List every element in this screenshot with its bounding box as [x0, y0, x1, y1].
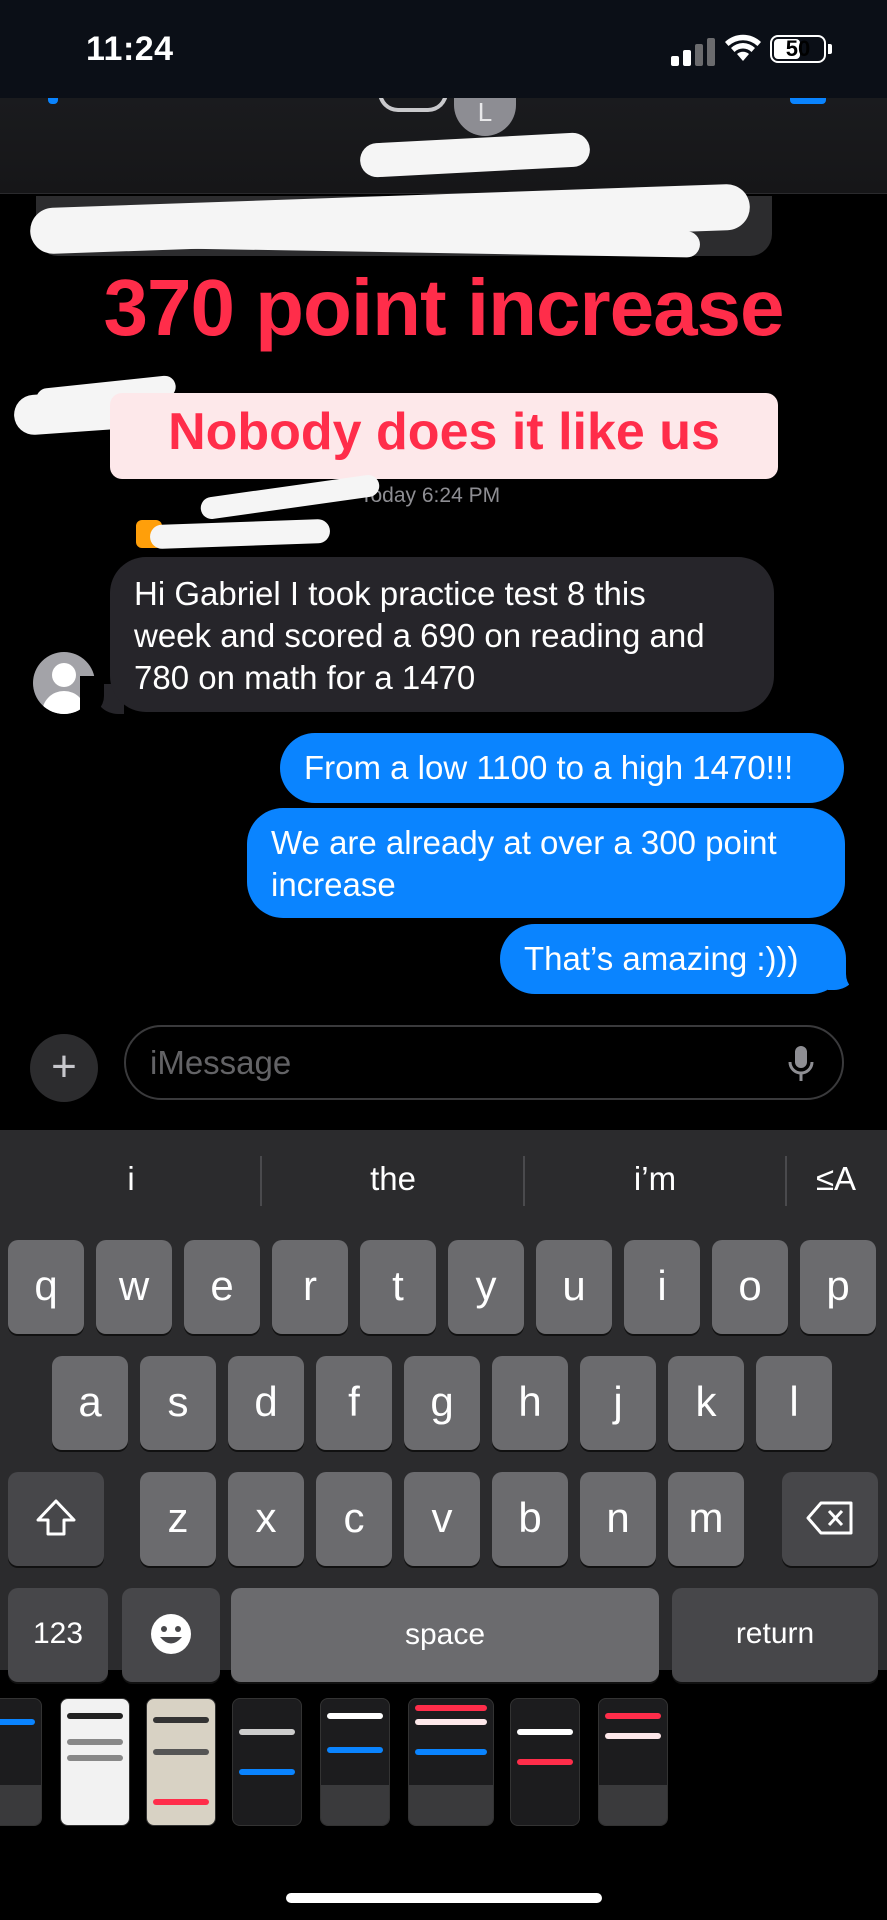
add-attachment-button[interactable]: + — [30, 1034, 98, 1102]
key-a[interactable]: a — [52, 1356, 128, 1450]
battery-level: 50 — [785, 36, 811, 61]
incoming-message-bubble[interactable]: Hi Gabriel I took practice test 8 this w… — [110, 557, 774, 712]
message-line: 780 on math for a 1470 — [134, 659, 476, 696]
thumbnail[interactable] — [408, 1698, 494, 1826]
message-line: increase — [271, 866, 396, 903]
emoji-key[interactable] — [122, 1588, 220, 1682]
key-f[interactable]: f — [316, 1356, 392, 1450]
thumbnail[interactable] — [60, 1698, 130, 1826]
message-timestamp: Today 6:24 PM — [360, 484, 501, 507]
thumbnail[interactable] — [510, 1698, 580, 1826]
key-d[interactable]: d — [228, 1356, 304, 1450]
message-line: From a low 1100 to a high 1470!!! — [304, 749, 794, 786]
outgoing-message-bubble[interactable]: That’s amazing :))) — [500, 924, 846, 994]
suggestion-3[interactable]: i’m — [530, 1160, 780, 1198]
contact-avatar[interactable]: L — [454, 98, 516, 136]
numbers-key[interactable]: 123 — [8, 1588, 108, 1682]
bubble-tail-mask — [846, 952, 870, 994]
thumbnail[interactable] — [232, 1698, 302, 1826]
plus-icon: + — [51, 1042, 77, 1091]
key-t[interactable]: t — [360, 1240, 436, 1334]
key-n[interactable]: n — [580, 1472, 656, 1566]
key-i[interactable]: i — [624, 1240, 700, 1334]
battery-cap — [828, 44, 832, 54]
back-chevron-icon[interactable] — [48, 98, 58, 104]
home-indicator[interactable] — [286, 1893, 602, 1903]
contact-initial: L — [477, 98, 493, 127]
return-key[interactable]: return — [672, 1588, 878, 1682]
key-p[interactable]: p — [800, 1240, 876, 1334]
thumbnail[interactable] — [146, 1698, 216, 1826]
thumbnail[interactable] — [320, 1698, 390, 1826]
key-r[interactable]: r — [272, 1240, 348, 1334]
key-b[interactable]: b — [492, 1472, 568, 1566]
shift-icon — [36, 1499, 76, 1536]
person-head-icon — [52, 663, 76, 687]
key-x[interactable]: x — [228, 1472, 304, 1566]
key-g[interactable]: g — [404, 1356, 480, 1450]
message-line: Hi Gabriel I took practice test 8 this — [134, 575, 646, 612]
delete-key[interactable] — [782, 1472, 878, 1566]
key-e[interactable]: e — [184, 1240, 260, 1334]
delete-icon — [806, 1501, 853, 1535]
status-time: 11:24 — [86, 30, 174, 68]
message-line: week and scored a 690 on reading and — [134, 617, 705, 654]
emoji-icon — [151, 1614, 191, 1654]
outgoing-message-bubble[interactable]: From a low 1100 to a high 1470!!! — [280, 733, 844, 803]
key-u[interactable]: u — [536, 1240, 612, 1334]
cellular-signal-icon — [671, 36, 715, 66]
key-l[interactable]: l — [756, 1356, 832, 1450]
key-s[interactable]: s — [140, 1356, 216, 1450]
key-h[interactable]: h — [492, 1356, 568, 1450]
key-q[interactable]: q — [8, 1240, 84, 1334]
message-line: We are already at over a 300 point — [271, 824, 777, 861]
key-m[interactable]: m — [668, 1472, 744, 1566]
suggestion-1[interactable]: i — [6, 1160, 256, 1198]
microphone-icon[interactable] — [787, 1044, 815, 1084]
message-line: That’s amazing :))) — [524, 940, 799, 977]
space-key[interactable]: space — [231, 1588, 659, 1682]
group-avatar[interactable] — [378, 98, 448, 112]
battery-icon: 50 — [770, 35, 826, 63]
suggestion-divider — [260, 1156, 262, 1206]
bubble-tail-mask — [80, 676, 104, 716]
key-j[interactable]: j — [580, 1356, 656, 1450]
video-call-icon[interactable] — [790, 98, 826, 104]
overlay-subheadline: Nobody does it like us — [168, 403, 720, 461]
key-z[interactable]: z — [140, 1472, 216, 1566]
status-bar: 11:24 50 — [0, 0, 887, 98]
key-y[interactable]: y — [448, 1240, 524, 1334]
outgoing-message-bubble[interactable]: We are already at over a 300 point incre… — [247, 808, 845, 918]
key-w[interactable]: w — [96, 1240, 172, 1334]
thumbnail[interactable] — [598, 1698, 668, 1826]
key-c[interactable]: c — [316, 1472, 392, 1566]
shift-key[interactable] — [8, 1472, 104, 1566]
suggestion-2[interactable]: the — [268, 1160, 518, 1198]
key-v[interactable]: v — [404, 1472, 480, 1566]
suggestion-divider — [523, 1156, 525, 1206]
overlay-headline: 370 point increase — [103, 263, 784, 352]
key-o[interactable]: o — [712, 1240, 788, 1334]
text-format-button[interactable]: ≤A — [771, 1160, 887, 1198]
thumbnail[interactable] — [0, 1698, 42, 1826]
key-k[interactable]: k — [668, 1356, 744, 1450]
wifi-icon — [725, 34, 761, 61]
redaction-scribble — [199, 473, 381, 521]
input-placeholder: iMessage — [150, 1044, 292, 1081]
redaction-scribble — [149, 518, 331, 550]
